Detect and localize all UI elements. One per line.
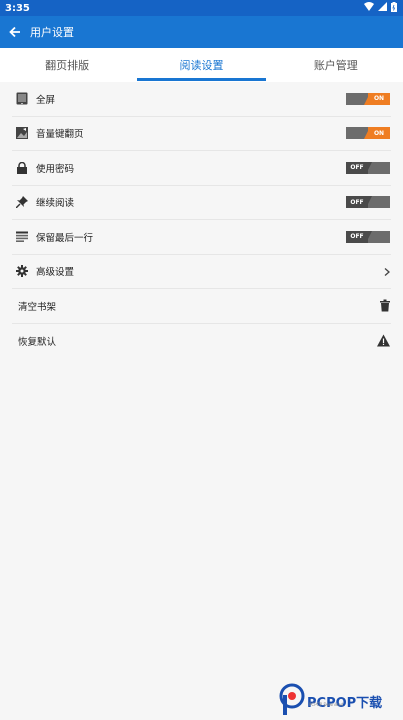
- setting-keep-last-line[interactable]: 保留最后一行 OFF: [12, 220, 391, 255]
- setting-clear-bookshelf[interactable]: 清空书架: [12, 289, 391, 324]
- tab-page-layout[interactable]: 翻页排版: [0, 48, 134, 82]
- lock-icon: [14, 160, 30, 176]
- toggle-state: OFF: [346, 196, 368, 209]
- pcpop-logo-icon: [279, 683, 305, 719]
- toggle-state: OFF: [346, 161, 368, 174]
- signal-icon: [378, 2, 387, 14]
- tablet-icon: [14, 91, 30, 107]
- setting-label: 音量键翻页: [36, 129, 84, 141]
- status-icons: [364, 1, 397, 15]
- volume-key-toggle[interactable]: ON: [346, 127, 390, 140]
- password-toggle[interactable]: OFF: [346, 161, 390, 174]
- setting-fullscreen[interactable]: 全屏 ON: [12, 82, 391, 117]
- setting-continue-reading[interactable]: 继续阅读 OFF: [12, 186, 391, 220]
- back-button[interactable]: [1, 16, 29, 48]
- page-title: 用户设置: [30, 26, 74, 39]
- list-lines-icon: [14, 229, 30, 245]
- tab-account-management[interactable]: 账户管理: [269, 48, 403, 82]
- keep-last-line-toggle[interactable]: OFF: [346, 230, 390, 243]
- toggle-state: ON: [368, 92, 390, 105]
- setting-label: 保留最后一行: [36, 232, 94, 244]
- setting-advanced[interactable]: 高级设置: [12, 255, 391, 289]
- setting-label: 恢复默认: [18, 336, 57, 348]
- toggle-state: ON: [368, 127, 390, 140]
- status-bar: 3:35: [0, 0, 403, 16]
- setting-label: 高级设置: [36, 267, 75, 279]
- watermark-logo: PCPOP下载 PCPOP Download: [279, 683, 382, 719]
- battery-icon: [391, 1, 397, 15]
- watermark-brand: PCPOP下载: [307, 695, 383, 711]
- warning-icon: [377, 331, 390, 350]
- tab-bar: 翻页排版 阅读设置 账户管理: [0, 48, 403, 82]
- app-bar: 用户设置: [0, 16, 403, 48]
- trash-icon: [380, 296, 390, 315]
- tab-reading-settings[interactable]: 阅读设置: [134, 48, 268, 82]
- arrow-left-icon: [9, 23, 21, 42]
- volume-image-icon: [14, 125, 30, 141]
- setting-restore-defaults[interactable]: 恢复默认: [12, 324, 391, 359]
- chevron-right-icon: [384, 262, 390, 281]
- gear-icon: [14, 263, 30, 279]
- settings-list: 全屏 ON 音量键翻页 ON 使用密码 OFF 继续阅读 OFF 保留最后一行 …: [0, 82, 403, 358]
- pin-icon: [14, 194, 30, 210]
- fullscreen-toggle[interactable]: ON: [346, 92, 390, 105]
- toggle-state: OFF: [346, 230, 368, 243]
- setting-label: 清空书架: [18, 301, 57, 313]
- watermark-sub: PCPOP Download: [309, 702, 344, 707]
- setting-label: 使用密码: [36, 163, 75, 175]
- setting-label: 全屏: [36, 94, 56, 106]
- setting-use-password[interactable]: 使用密码 OFF: [12, 151, 391, 186]
- setting-label: 继续阅读: [36, 198, 75, 210]
- setting-volume-key-page-turn[interactable]: 音量键翻页 ON: [12, 117, 391, 151]
- continue-reading-toggle[interactable]: OFF: [346, 196, 390, 209]
- status-time: 3:35: [5, 2, 30, 14]
- wifi-icon: [364, 2, 374, 14]
